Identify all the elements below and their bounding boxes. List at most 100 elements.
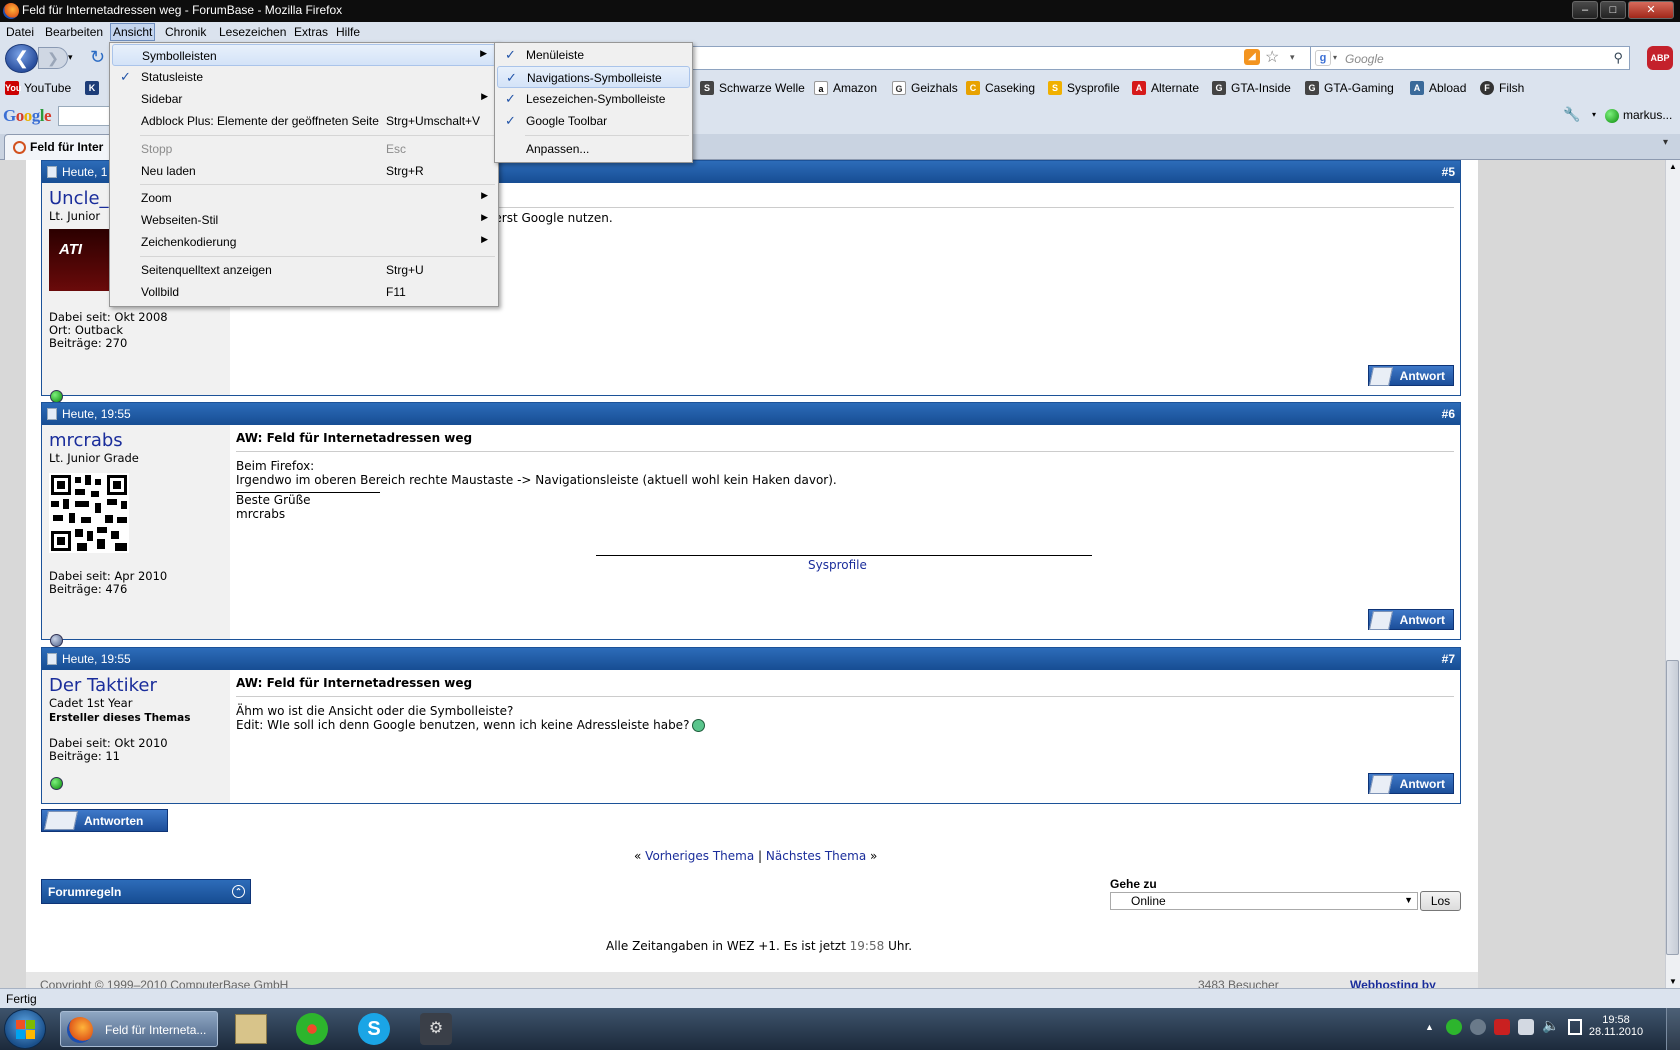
explorer-icon[interactable] xyxy=(235,1014,267,1044)
scroll-down-icon[interactable]: ▼ xyxy=(1669,977,1677,986)
goto-label: Gehe zu xyxy=(1110,877,1157,891)
scrollbar-thumb[interactable] xyxy=(1666,660,1679,955)
menu-datei[interactable]: Datei xyxy=(6,25,34,39)
bookmark-abload[interactable]: A Abload xyxy=(1410,81,1466,95)
goto-select[interactable]: Online ▼ xyxy=(1110,892,1418,910)
menu-item-zoom[interactable]: Zoom ▶ xyxy=(112,187,496,209)
menu-ansicht[interactable]: Ansicht xyxy=(110,23,156,41)
post-username[interactable]: Der Taktiker xyxy=(49,675,223,696)
adblock-plus-icon[interactable]: ABP xyxy=(1647,46,1673,70)
submenu-item-google-toolbar[interactable]: ✓ Google Toolbar xyxy=(497,110,690,132)
geizhals-icon: G xyxy=(892,81,906,95)
post-text-line: Beim Firefox: xyxy=(236,459,315,473)
checkmark-icon: ✓ xyxy=(505,113,516,128)
bookmark-caseking[interactable]: C Caseking xyxy=(966,81,1035,95)
footer-bar: Copyright © 1999–2010 ComputerBase GmbH … xyxy=(26,972,1478,992)
clock[interactable]: 19:58 28.11.2010 xyxy=(1586,1014,1646,1038)
reply-button[interactable]: Antwort xyxy=(1368,609,1454,630)
wrench-icon[interactable]: 🔧 xyxy=(1563,106,1580,123)
search-magnifier-icon[interactable]: ⚲ xyxy=(1613,50,1623,66)
bookmark-gta-inside[interactable]: G GTA-Inside xyxy=(1212,81,1291,95)
menu-item-webseiten-stil[interactable]: Webseiten-Stil ▶ xyxy=(112,209,496,231)
steam-icon[interactable]: ⚙ xyxy=(420,1013,452,1045)
post-number[interactable]: #5 xyxy=(1442,165,1455,179)
menu-item-vollbild[interactable]: Vollbild F11 xyxy=(112,281,496,303)
new-reply-button[interactable]: Antworten xyxy=(41,809,168,832)
wrench-dropdown-icon[interactable]: ▾ xyxy=(1592,110,1596,119)
menu-item-zeichenkodierung[interactable]: Zeichenkodierung ▶ xyxy=(112,231,496,253)
post-number[interactable]: #6 xyxy=(1442,407,1455,421)
submenu-item-lesezeichen-symbolleiste[interactable]: ✓ Lesezeichen-Symbolleiste xyxy=(497,88,690,110)
search-engine-icon[interactable]: g xyxy=(1315,50,1331,66)
bookmark-alternate[interactable]: A Alternate xyxy=(1132,81,1199,95)
menu-item-adblock[interactable]: Adblock Plus: Elemente der geöffneten Se… xyxy=(112,110,496,132)
menu-lesezeichen[interactable]: Lesezeichen xyxy=(219,25,286,39)
menu-chronik[interactable]: Chronik xyxy=(165,25,206,39)
menu-bearbeiten[interactable]: Bearbeiten xyxy=(45,25,103,39)
tab-label: Feld für Inter xyxy=(30,140,104,154)
submenu-item-anpassen[interactable]: Anpassen... xyxy=(497,138,690,160)
forum-rules-header[interactable]: Forumregeln ⌃ xyxy=(41,879,251,904)
next-thread-link[interactable]: Nächstes Thema xyxy=(766,849,866,863)
bookmark-filsh[interactable]: F Filsh xyxy=(1480,81,1524,95)
network-tray-icon[interactable] xyxy=(1518,1019,1534,1035)
menu-item-symbolleisten[interactable]: Symbolleisten ▶ xyxy=(112,44,496,66)
bookmark-amazon[interactable]: a Amazon xyxy=(814,81,877,95)
tray-expand-icon[interactable]: ▲ xyxy=(1425,1022,1434,1032)
select-dropdown-icon[interactable]: ▼ xyxy=(1404,895,1413,905)
menu-item-statusleiste[interactable]: ✓ Statusleiste xyxy=(112,66,496,88)
bookmark-gta-gaming[interactable]: G GTA-Gaming xyxy=(1305,81,1394,95)
menu-extras[interactable]: Extras xyxy=(294,25,328,39)
menu-item-seitenquelltext[interactable]: Seitenquelltext anzeigen Strg+U xyxy=(112,259,496,281)
post-username[interactable]: mrcrabs xyxy=(49,430,223,451)
scroll-up-icon[interactable]: ▲ xyxy=(1669,162,1677,171)
taskbar-firefox-task[interactable]: Feld für Interneta... xyxy=(60,1011,218,1047)
google-toolbar-logo[interactable]: Google xyxy=(3,106,52,126)
bookmark-sysprofile[interactable]: S Sysprofile xyxy=(1048,81,1120,95)
search-bar[interactable]: g ▾ Google ⚲ xyxy=(1310,46,1630,70)
search-placeholder[interactable]: Google xyxy=(1345,52,1384,66)
close-button[interactable]: ✕ xyxy=(1628,1,1674,19)
back-button[interactable]: ❮ xyxy=(5,44,38,73)
icq-tray-icon[interactable] xyxy=(1446,1019,1462,1035)
reply-button[interactable]: Antwort xyxy=(1368,365,1454,386)
collapse-icon[interactable]: ⌃ xyxy=(232,885,245,898)
volume-icon[interactable]: 🔈 xyxy=(1542,1017,1559,1034)
tab-list-icon[interactable]: ▾ xyxy=(1663,137,1668,148)
previous-thread-link[interactable]: Vorheriges Thema xyxy=(645,849,754,863)
checkmark-icon: ✓ xyxy=(505,91,516,106)
search-engine-dropdown-icon[interactable]: ▾ xyxy=(1333,53,1337,62)
icq-icon[interactable] xyxy=(296,1013,328,1045)
google-account-name[interactable]: markus... xyxy=(1623,108,1672,122)
maximize-button[interactable]: □ xyxy=(1600,1,1626,19)
tab-active[interactable]: Feld für Inter xyxy=(4,134,114,160)
bookmark-schwarze-welle[interactable]: S Schwarze Welle xyxy=(700,81,805,95)
rss-icon[interactable]: ◢ xyxy=(1244,49,1260,65)
sysprofile-link[interactable]: Sysprofile xyxy=(808,558,867,572)
bookmark-star-icon[interactable]: ☆ xyxy=(1265,47,1279,67)
history-dropdown-icon[interactable]: ▾ xyxy=(68,52,73,63)
steam-tray-icon[interactable] xyxy=(1470,1019,1486,1035)
submenu-item-menueleiste[interactable]: ✓ Menüleiste xyxy=(497,44,690,66)
menu-item-sidebar[interactable]: Sidebar ▶ xyxy=(112,88,496,110)
submenu-arrow-icon: ▶ xyxy=(481,91,488,101)
skype-icon[interactable]: S xyxy=(358,1013,390,1045)
bookmark-k[interactable]: K xyxy=(85,81,99,95)
reload-icon[interactable]: ↻ xyxy=(90,47,105,68)
forward-button[interactable]: ❯ xyxy=(38,47,68,69)
action-center-icon[interactable] xyxy=(1568,1019,1582,1035)
reply-button[interactable]: Antwort xyxy=(1368,773,1454,794)
bookmark-youtube[interactable]: You YouTube xyxy=(5,81,71,95)
start-button[interactable] xyxy=(4,1009,46,1049)
menu-hilfe[interactable]: Hilfe xyxy=(336,25,360,39)
minimize-button[interactable]: – xyxy=(1572,1,1598,19)
post-number[interactable]: #7 xyxy=(1442,652,1455,666)
menu-item-neu-laden[interactable]: Neu laden Strg+R xyxy=(112,160,496,182)
show-desktop-button[interactable] xyxy=(1666,1008,1680,1050)
submenu-item-navigations-symbolleiste[interactable]: ✓ Navigations-Symbolleiste xyxy=(497,66,690,88)
url-dropdown-icon[interactable]: ▾ xyxy=(1290,52,1295,63)
bookmark-geizhals[interactable]: G Geizhals xyxy=(892,81,958,95)
antivirus-tray-icon[interactable] xyxy=(1494,1019,1510,1035)
goto-button[interactable]: Los xyxy=(1420,891,1461,911)
menu-separator xyxy=(140,135,495,136)
